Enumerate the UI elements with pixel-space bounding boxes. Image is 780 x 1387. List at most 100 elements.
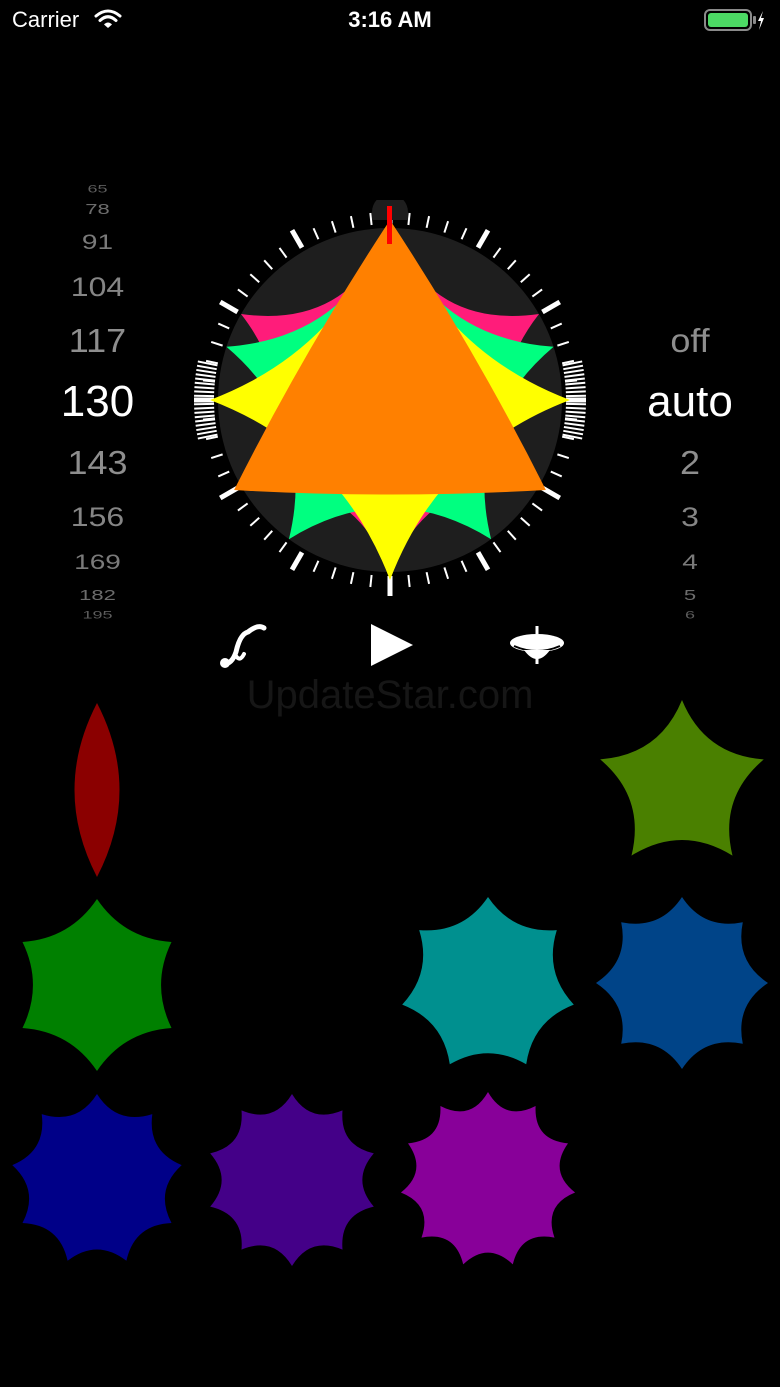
dial-tick — [194, 386, 215, 390]
spinning-top-icon[interactable] — [508, 624, 566, 666]
dial-tick — [565, 390, 586, 394]
dial-tick — [425, 215, 431, 229]
dial-tick — [520, 273, 531, 283]
dial-tick — [565, 410, 586, 414]
dial-tick — [564, 418, 585, 423]
dial-tick — [564, 373, 585, 378]
dial-tick — [475, 551, 491, 571]
dial-tick — [194, 406, 215, 410]
mode-picker-item[interactable]: auto — [620, 380, 760, 424]
dial-tick — [217, 470, 230, 478]
dial-tick — [565, 381, 586, 386]
mode-picker-item[interactable]: off — [620, 324, 760, 357]
dial-tick — [196, 368, 217, 374]
dial-tick — [249, 517, 260, 527]
bpm-picker-item[interactable]: 117 — [20, 324, 175, 357]
dial-tick — [312, 227, 320, 240]
dial-tick — [563, 426, 584, 432]
bpm-picker-item[interactable]: 156 — [20, 504, 175, 531]
dial-tick — [475, 229, 491, 249]
mode-picker-item[interactable]: 4 — [620, 551, 760, 572]
dial-tick — [407, 574, 411, 588]
bpm-picker[interactable]: 65 78 91 104 117 130 143 156 169 182 195 — [20, 180, 175, 620]
dial-tick — [492, 247, 502, 259]
bpm-picker-item[interactable]: 91 — [20, 231, 175, 252]
dial-tick — [330, 220, 337, 233]
dial-tick — [349, 571, 355, 585]
dial-tick — [210, 453, 223, 460]
dial-tick — [563, 364, 584, 371]
dial-tick — [278, 247, 288, 259]
dial-tick — [369, 574, 373, 588]
shape-6-sides[interactable] — [2, 890, 192, 1080]
dial-tick — [195, 377, 216, 382]
dial-tick — [219, 299, 239, 315]
dial-tick — [460, 227, 468, 240]
bpm-picker-item[interactable]: 195 — [20, 610, 175, 620]
status-bar: Carrier 3:16 AM — [0, 0, 780, 40]
dial-tick — [210, 340, 223, 347]
mode-picker-item[interactable]: 2 — [620, 446, 760, 479]
dial-tick — [564, 377, 585, 382]
bpm-picker-item[interactable]: 143 — [20, 446, 175, 479]
mode-picker-item[interactable]: 3 — [620, 504, 760, 531]
dial-tick — [520, 517, 531, 527]
play-icon[interactable] — [368, 621, 416, 669]
dial-tick — [195, 418, 216, 423]
dial-tick — [531, 288, 543, 298]
dial-tick — [443, 567, 450, 580]
dial-tick — [289, 551, 305, 571]
dial-tick — [196, 426, 217, 432]
dial-tick — [507, 259, 517, 270]
shape-2-sides[interactable] — [2, 695, 192, 885]
dial-tick — [349, 215, 355, 229]
bpm-picker-item[interactable]: 104 — [20, 274, 175, 301]
dial-tick — [312, 560, 320, 573]
dial-tick — [557, 453, 570, 460]
shape-5-sides[interactable] — [587, 691, 777, 881]
bpm-picker-item[interactable]: 78 — [20, 201, 175, 217]
shape-7-sides[interactable] — [393, 890, 583, 1080]
dial-tick — [492, 541, 502, 553]
dial-tick — [369, 212, 373, 226]
bpm-picker-item[interactable]: 169 — [20, 551, 175, 572]
shape-9-sides[interactable] — [2, 1085, 192, 1275]
dial-tick — [565, 414, 586, 419]
dial-tick — [196, 364, 217, 371]
curve-icon[interactable] — [218, 620, 270, 670]
dial-tick — [194, 414, 215, 419]
dial-tick — [195, 373, 216, 378]
mode-picker-item[interactable]: 6 — [620, 610, 760, 620]
shape-11-sides[interactable] — [393, 1085, 583, 1275]
dial-tick — [407, 212, 411, 226]
mode-picker-item[interactable]: 5 — [620, 587, 760, 603]
dial-tick — [565, 406, 586, 410]
shape-10-sides[interactable] — [197, 1085, 387, 1275]
mode-picker[interactable]: off auto 2 3 4 5 6 — [620, 180, 760, 620]
dial-tick — [217, 322, 230, 330]
dial-tick — [507, 530, 517, 541]
dial-tick — [565, 386, 586, 390]
dial-tick — [194, 390, 215, 394]
metronome-dial[interactable] — [190, 200, 590, 600]
dial-tick — [425, 571, 431, 585]
dial-tick — [563, 368, 584, 374]
dial-tick — [237, 288, 249, 298]
dial-tick — [278, 541, 288, 553]
dial-tick — [263, 259, 273, 270]
dial-tick — [460, 560, 468, 573]
needle — [387, 206, 392, 244]
shape-8-sides[interactable] — [587, 888, 777, 1078]
bpm-picker-item[interactable]: 182 — [20, 587, 175, 603]
bpm-picker-item[interactable]: 65 — [20, 184, 175, 195]
battery-icon — [704, 9, 764, 31]
dial-tick — [195, 422, 216, 427]
dial-tick — [550, 322, 563, 330]
dial-tick — [263, 530, 273, 541]
dial-tick — [564, 422, 585, 427]
dial-tick — [443, 220, 450, 233]
dial-tick — [531, 502, 543, 512]
bpm-picker-item[interactable]: 130 — [20, 380, 175, 424]
dial-tick — [541, 299, 561, 315]
dial-tick — [194, 381, 215, 386]
